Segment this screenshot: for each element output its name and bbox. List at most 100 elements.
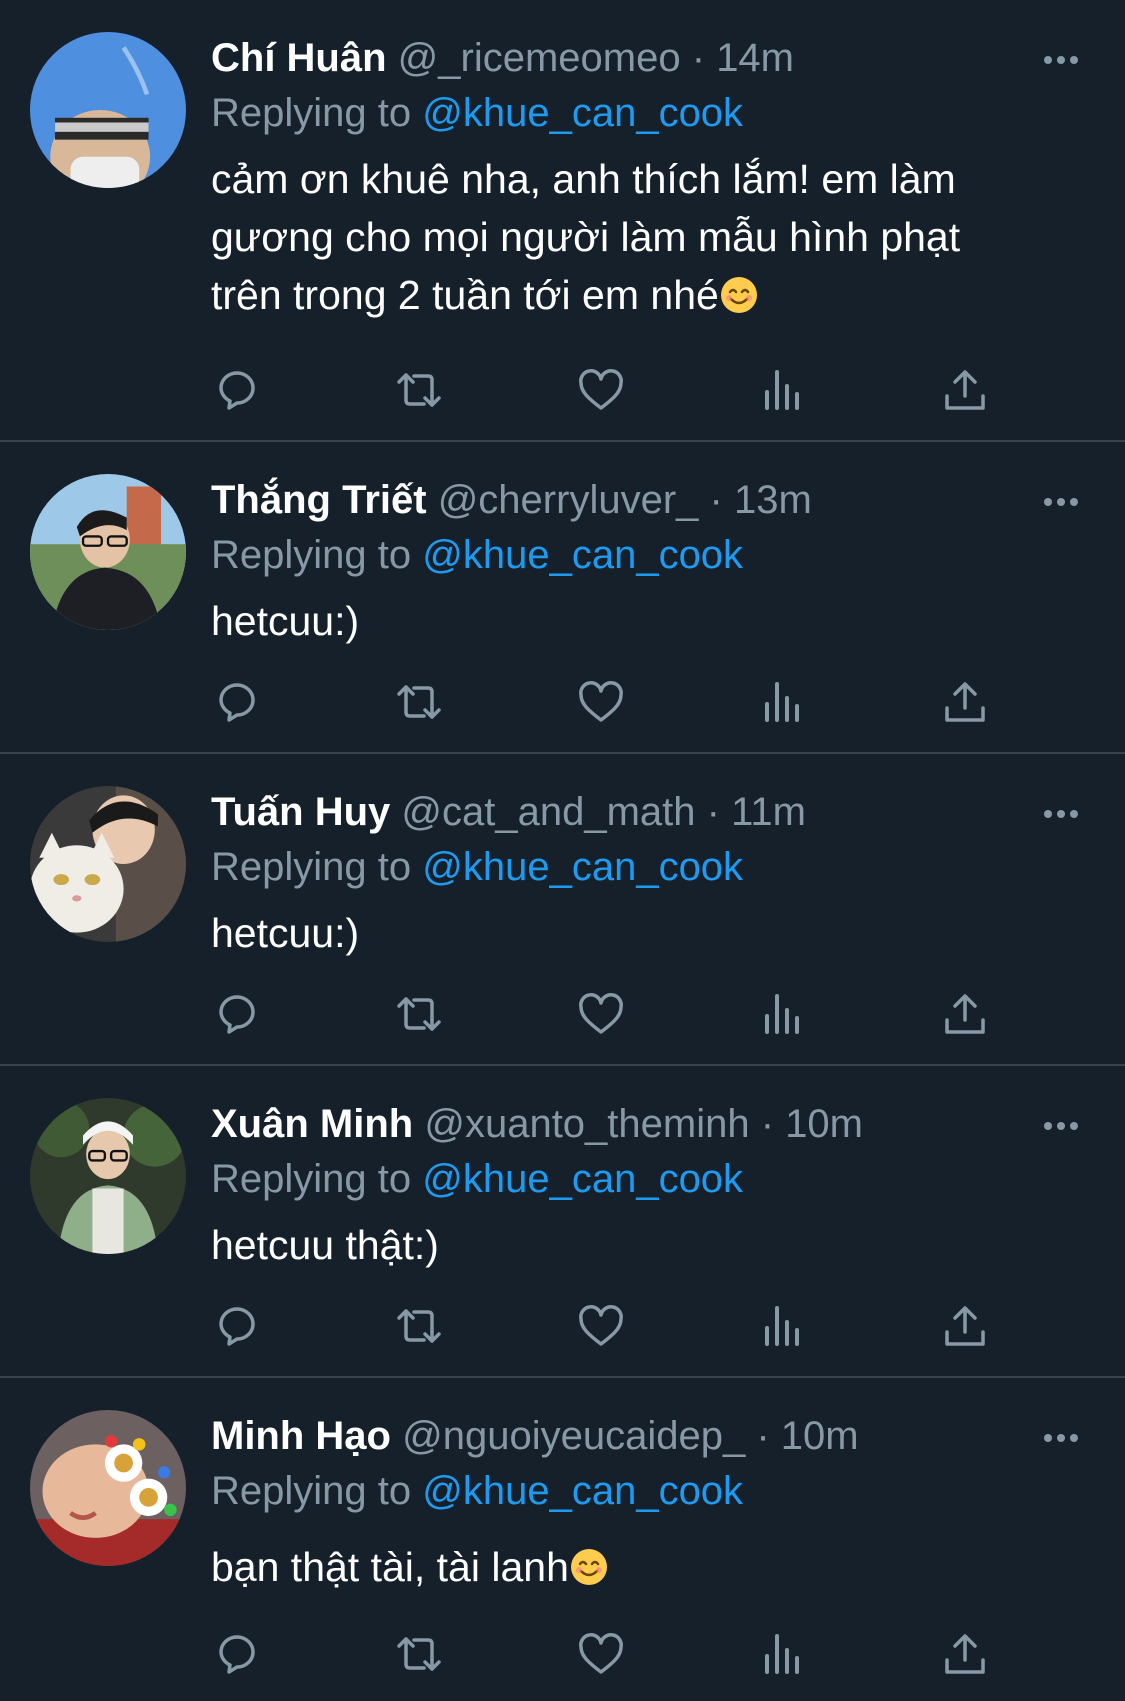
retweet-button[interactable] bbox=[393, 988, 445, 1040]
reply-button[interactable] bbox=[211, 1300, 263, 1352]
retweet-icon bbox=[397, 373, 441, 407]
tweet-text: bạn thật tài, tài lanh bbox=[211, 1538, 1085, 1596]
tweet-text-content: bạn thật tài, tài lanh bbox=[211, 1544, 569, 1590]
tweet-header: Xuân Minh @xuanto_theminh · 10m bbox=[211, 1096, 1085, 1152]
share-button[interactable] bbox=[939, 1300, 991, 1352]
tweet-content: Thắng Triết @cherryluver_ · 13m Replying… bbox=[211, 472, 1085, 650]
retweet-button[interactable] bbox=[393, 1300, 445, 1352]
more-dots-icon[interactable] bbox=[1041, 50, 1081, 70]
tweet-content: Tuấn Huy @cat_and_math · 11m Replying to… bbox=[211, 784, 1085, 962]
more-dots-icon[interactable] bbox=[1041, 1428, 1081, 1448]
author-handle[interactable]: @xuanto_theminh bbox=[424, 1102, 749, 1146]
like-button[interactable] bbox=[575, 988, 627, 1040]
more-dots-icon[interactable] bbox=[1041, 804, 1081, 824]
analytics-button[interactable] bbox=[757, 364, 809, 416]
author-name[interactable]: Xuân Minh bbox=[211, 1102, 413, 1146]
share-button[interactable] bbox=[939, 676, 991, 728]
avatar-image bbox=[30, 474, 186, 630]
avatar-image bbox=[30, 1410, 186, 1566]
analytics-button[interactable] bbox=[757, 1300, 809, 1352]
timestamp[interactable]: 13m bbox=[734, 478, 812, 522]
heart-icon bbox=[579, 369, 623, 410]
tweet-actions bbox=[211, 676, 1011, 732]
tweet-header: Tuấn Huy @cat_and_math · 11m bbox=[211, 784, 1085, 840]
bar-chart-icon bbox=[765, 994, 799, 1034]
avatar-image bbox=[30, 786, 186, 942]
reply-button[interactable] bbox=[211, 676, 263, 728]
mention-link[interactable]: @khue_can_cook bbox=[422, 1157, 743, 1201]
share-icon bbox=[945, 994, 985, 1034]
like-button[interactable] bbox=[575, 1628, 627, 1680]
like-button[interactable] bbox=[575, 1300, 627, 1352]
author-handle[interactable]: @cherryluver_ bbox=[438, 478, 699, 522]
avatar[interactable] bbox=[30, 1410, 186, 1566]
tweet-header: Chí Huân @_ricemeomeo · 14m bbox=[211, 30, 1085, 86]
timestamp[interactable]: 10m bbox=[781, 1414, 859, 1458]
heart-icon bbox=[579, 681, 623, 722]
bar-chart-icon bbox=[765, 370, 799, 410]
author-name[interactable]: Tuấn Huy bbox=[211, 790, 390, 834]
like-button[interactable] bbox=[575, 364, 627, 416]
like-button[interactable] bbox=[575, 676, 627, 728]
reply-button[interactable] bbox=[211, 364, 263, 416]
tweet-5[interactable]: Minh Hạo @nguoiyeucaidep_ · 10m Replying… bbox=[0, 1378, 1125, 1701]
replying-to-line: Replying to @khue_can_cook bbox=[211, 528, 1085, 582]
author-name[interactable]: Chí Huân bbox=[211, 36, 387, 80]
author-handle[interactable]: @nguoiyeucaidep_ bbox=[402, 1414, 745, 1458]
share-icon bbox=[945, 1306, 985, 1346]
mention-link[interactable]: @khue_can_cook bbox=[422, 845, 743, 889]
share-button[interactable] bbox=[939, 364, 991, 416]
analytics-button[interactable] bbox=[757, 1628, 809, 1680]
tweet-1[interactable]: Chí Huân @_ricemeomeo · 14m Replying to … bbox=[0, 0, 1125, 442]
author-name[interactable]: Minh Hạo bbox=[211, 1414, 391, 1458]
bar-chart-icon bbox=[765, 682, 799, 722]
avatar[interactable] bbox=[30, 32, 186, 188]
author-handle[interactable]: @cat_and_math bbox=[401, 790, 695, 834]
tweet-header: Thắng Triết @cherryluver_ · 13m bbox=[211, 472, 1085, 528]
avatar-image bbox=[30, 1098, 186, 1254]
replying-to-label: Replying to bbox=[211, 533, 423, 577]
reply-button[interactable] bbox=[211, 1628, 263, 1680]
retweet-button[interactable] bbox=[393, 364, 445, 416]
tweet-actions bbox=[211, 1300, 1011, 1356]
retweet-button[interactable] bbox=[393, 1628, 445, 1680]
replying-to-label: Replying to bbox=[211, 1157, 423, 1201]
tweet-text-content: hetcuu thật:) bbox=[211, 1222, 439, 1268]
retweet-button[interactable] bbox=[393, 676, 445, 728]
mention-link[interactable]: @khue_can_cook bbox=[422, 533, 743, 577]
analytics-button[interactable] bbox=[757, 676, 809, 728]
tweet-content: Chí Huân @_ricemeomeo · 14m Replying to … bbox=[211, 30, 1085, 324]
tweet-header: Minh Hạo @nguoiyeucaidep_ · 10m bbox=[211, 1408, 1085, 1464]
timestamp[interactable]: 10m bbox=[785, 1102, 863, 1146]
heart-icon bbox=[579, 1305, 623, 1346]
tweet-2[interactable]: Thắng Triết @cherryluver_ · 13m Replying… bbox=[0, 442, 1125, 754]
retweet-icon bbox=[397, 685, 441, 719]
tweet-actions bbox=[211, 364, 1011, 420]
timestamp[interactable]: 14m bbox=[716, 36, 794, 80]
author-handle[interactable]: @_ricemeomeo bbox=[398, 36, 681, 80]
author-name[interactable]: Thắng Triết bbox=[211, 478, 427, 522]
bar-chart-icon bbox=[765, 1634, 799, 1674]
retweet-icon bbox=[397, 997, 441, 1031]
mention-link[interactable]: @khue_can_cook bbox=[422, 91, 743, 135]
tweet-text: hetcuu thật:) bbox=[211, 1216, 1085, 1274]
analytics-button[interactable] bbox=[757, 988, 809, 1040]
share-button[interactable] bbox=[939, 1628, 991, 1680]
tweet-text-content: hetcuu:) bbox=[211, 910, 360, 956]
timestamp[interactable]: 11m bbox=[731, 790, 806, 834]
mention-link[interactable]: @khue_can_cook bbox=[422, 1469, 743, 1513]
reply-button[interactable] bbox=[211, 988, 263, 1040]
tweet-3[interactable]: Tuấn Huy @cat_and_math · 11m Replying to… bbox=[0, 754, 1125, 1066]
avatar[interactable] bbox=[30, 786, 186, 942]
share-button[interactable] bbox=[939, 988, 991, 1040]
more-dots-icon[interactable] bbox=[1041, 492, 1081, 512]
separator-dot: · bbox=[709, 478, 723, 522]
heart-icon bbox=[579, 993, 623, 1034]
tweet-4[interactable]: Xuân Minh @xuanto_theminh · 10m Replying… bbox=[0, 1066, 1125, 1378]
more-dots-icon[interactable] bbox=[1041, 1116, 1081, 1136]
avatar[interactable] bbox=[30, 474, 186, 630]
replying-to-line: Replying to @khue_can_cook bbox=[211, 86, 1085, 140]
replying-to-label: Replying to bbox=[211, 91, 423, 135]
avatar[interactable] bbox=[30, 1098, 186, 1254]
replying-to-line: Replying to @khue_can_cook bbox=[211, 840, 1085, 894]
